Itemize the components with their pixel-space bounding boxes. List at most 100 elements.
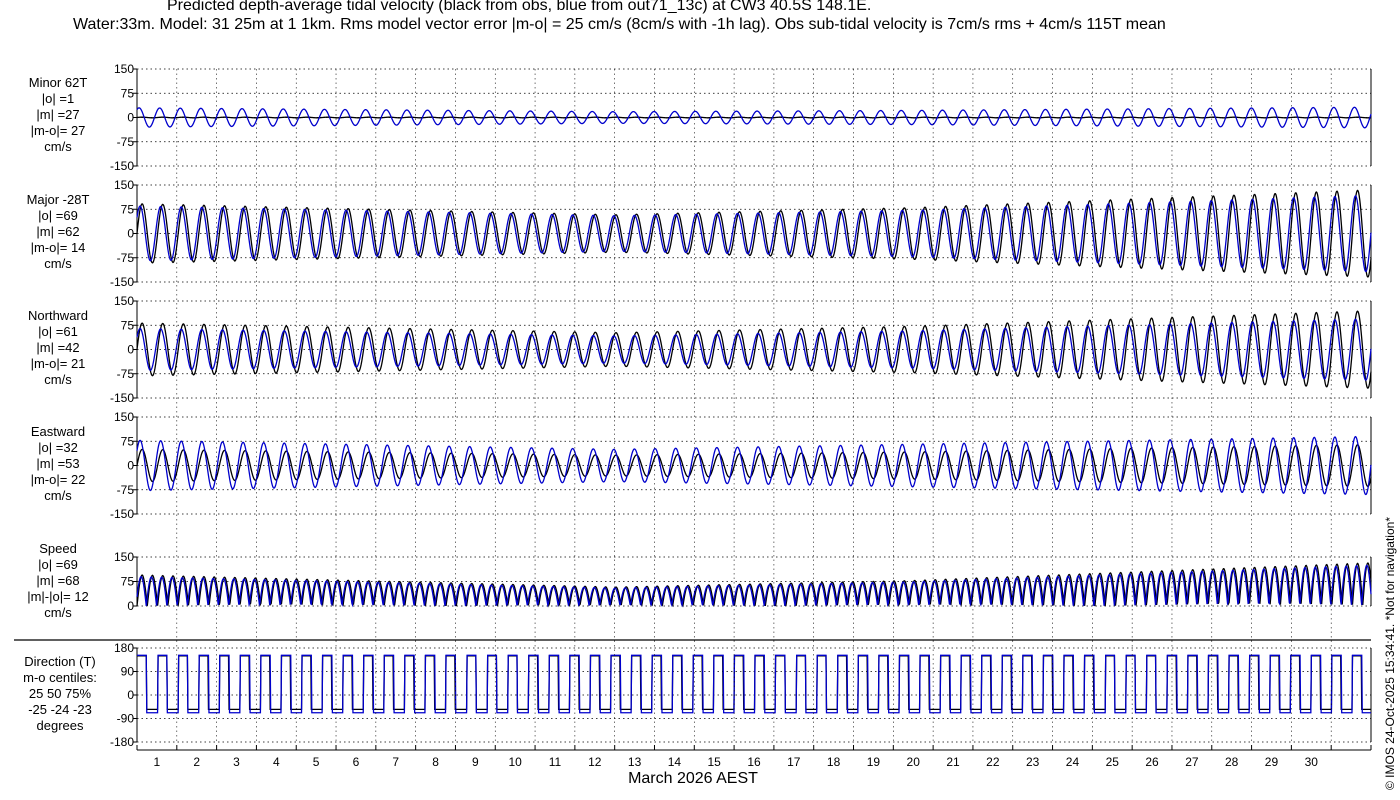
y-tick-label: -150	[110, 275, 134, 289]
stats-speed-line: Speed	[39, 541, 77, 556]
panel-speed: 0 75 150	[114, 550, 1372, 613]
stats-eastward-line: |m| =53	[36, 456, 80, 471]
y-tick-label: 0	[127, 227, 134, 241]
x-tick-label: 17	[787, 755, 801, 769]
y-tick-label: 0	[127, 688, 134, 702]
stats-major-line: |m| =62	[36, 224, 80, 239]
x-tick-label: 11	[549, 755, 562, 769]
y-tick-label: 150	[114, 62, 134, 76]
panel-northward: -150 -75 0 75 150	[110, 294, 1372, 405]
stats-major-line: |m-o|= 14	[30, 240, 86, 255]
y-tick-label: -75	[117, 367, 135, 381]
x-tick-label: 3	[233, 755, 240, 769]
panel-direction: -180 -90 0 90 180	[110, 641, 1372, 749]
stats-eastward: Eastward |o| =32 |m| =53 |m-o|= 22 cm/s	[16, 424, 100, 504]
x-tick-label: 24	[1066, 755, 1080, 769]
x-axis-title: March 2026 AEST	[628, 770, 758, 787]
stats-northward-line: Northward	[28, 308, 88, 323]
x-tick-label: 2	[193, 755, 200, 769]
chart-canvas: -150-75075150-150-75075150-150-75075150-…	[14, 62, 1372, 787]
x-tick-label: 9	[472, 755, 479, 769]
x-tick-label: 27	[1185, 755, 1199, 769]
copyright-notice: © IMOS 24-Oct-2025 15:34:41. *Not for na…	[1383, 517, 1397, 790]
stats-direction-line: -25 -24 -23	[28, 702, 92, 717]
y-tick-label: -150	[110, 507, 134, 521]
x-tick-label: 4	[273, 755, 280, 769]
stats-minor-line: |m| =27	[36, 107, 80, 122]
y-tick-label: 90	[121, 665, 135, 679]
x-tick-label: 23	[1026, 755, 1040, 769]
tidal-velocity-figure: Predicted depth-average tidal velocity (…	[0, 0, 1400, 800]
stats-direction: Direction (T) m-o centiles: 25 50 75% -2…	[14, 654, 106, 734]
y-tick-label: -180	[110, 735, 134, 749]
panel-eastward: -150 -75 0 75 150	[110, 410, 1372, 521]
y-tick-label: 150	[114, 410, 134, 424]
x-tick-label: 8	[432, 755, 439, 769]
stats-major-line: Major -28T	[26, 192, 90, 207]
stats-speed-line: |m|-|o|= 12	[27, 589, 89, 604]
x-tick-label: 21	[946, 755, 960, 769]
x-tick-label: 22	[986, 755, 1000, 769]
x-tick-label: 13	[628, 755, 642, 769]
y-tick-label: 150	[114, 178, 134, 192]
series-obs-line	[136, 116, 1372, 119]
x-tick-label: 19	[867, 755, 881, 769]
x-tick-label: 18	[827, 755, 841, 769]
x-tick-label: 14	[668, 755, 682, 769]
y-tick-label: 150	[114, 294, 134, 308]
x-tick-label: 12	[588, 755, 602, 769]
x-tick-label: 16	[747, 755, 761, 769]
stats-eastward-line: cm/s	[44, 488, 72, 503]
y-tick-label: 75	[121, 575, 135, 589]
y-tick-label: 150	[114, 550, 134, 564]
panel-minor: -150 -75 0 75 150	[110, 62, 1372, 173]
stats-direction-line: 25 50 75%	[28, 686, 92, 701]
y-tick-label: -90	[117, 712, 135, 726]
stats-direction-line: Direction (T)	[24, 654, 96, 669]
y-tick-label: 180	[114, 641, 134, 655]
y-tick-label: 0	[127, 343, 134, 357]
stats-direction-line: degrees	[36, 718, 84, 733]
x-tick-label: 1	[154, 755, 161, 769]
stats-speed-line: |m| =68	[36, 573, 80, 588]
stats-speed-line: cm/s	[44, 605, 72, 620]
y-tick-label: -75	[117, 135, 135, 149]
x-tick-label: 10	[508, 755, 522, 769]
stats-major-line: cm/s	[44, 256, 72, 271]
stats-minor: Minor 62T |o| =1 |m| =27 |m-o|= 27 cm/s	[16, 75, 100, 155]
y-tick-label: -150	[110, 391, 134, 405]
y-tick-label: 0	[127, 111, 134, 125]
stats-minor-line: |m-o|= 27	[30, 123, 86, 138]
series-model-line	[137, 654, 1371, 714]
stats-minor-line: Minor 62T	[28, 75, 88, 90]
y-tick-label: 75	[121, 86, 135, 100]
x-tick-label: 6	[353, 755, 360, 769]
stats-northward-line: |m-o|= 21	[30, 356, 86, 371]
stats-direction-line: m-o centiles:	[23, 670, 97, 685]
x-tick-label: 7	[392, 755, 399, 769]
stats-eastward-line: |o| =32	[38, 440, 78, 455]
y-tick-label: -75	[117, 251, 135, 265]
x-tick-label: 20	[907, 755, 921, 769]
x-tick-label: 15	[708, 755, 722, 769]
y-tick-label: -75	[117, 483, 135, 497]
y-tick-label: 75	[121, 202, 135, 216]
x-tick-label: 26	[1145, 755, 1159, 769]
x-tick-label: 30	[1305, 755, 1319, 769]
x-tick-label: 5	[313, 755, 320, 769]
panel-major: -150 -75 0 75 150	[110, 178, 1372, 289]
x-tick-label: 28	[1225, 755, 1239, 769]
y-tick-label: 0	[127, 599, 134, 613]
stats-eastward-line: |m-o|= 22	[30, 472, 86, 487]
y-tick-label: 0	[127, 459, 134, 473]
x-axis: 1 2 3 4 5 6 7 8 9 10 11 12 13 14 15 16 17 18 19 20 21 22 23 24 2…	[136, 745, 1372, 787]
stats-major-line: |o| =69	[38, 208, 78, 223]
stats-minor-line: |o| =1	[41, 91, 75, 106]
x-tick-label: 29	[1265, 755, 1279, 769]
stats-eastward-line: Eastward	[30, 424, 86, 439]
stats-northward-line: cm/s	[44, 372, 72, 387]
stats-speed: Speed |o| =69 |m| =68 |m|-|o|= 12 cm/s	[16, 541, 100, 621]
stats-minor-line: cm/s	[44, 139, 72, 154]
y-tick-label: 75	[121, 434, 135, 448]
x-tick-label: 25	[1106, 755, 1120, 769]
